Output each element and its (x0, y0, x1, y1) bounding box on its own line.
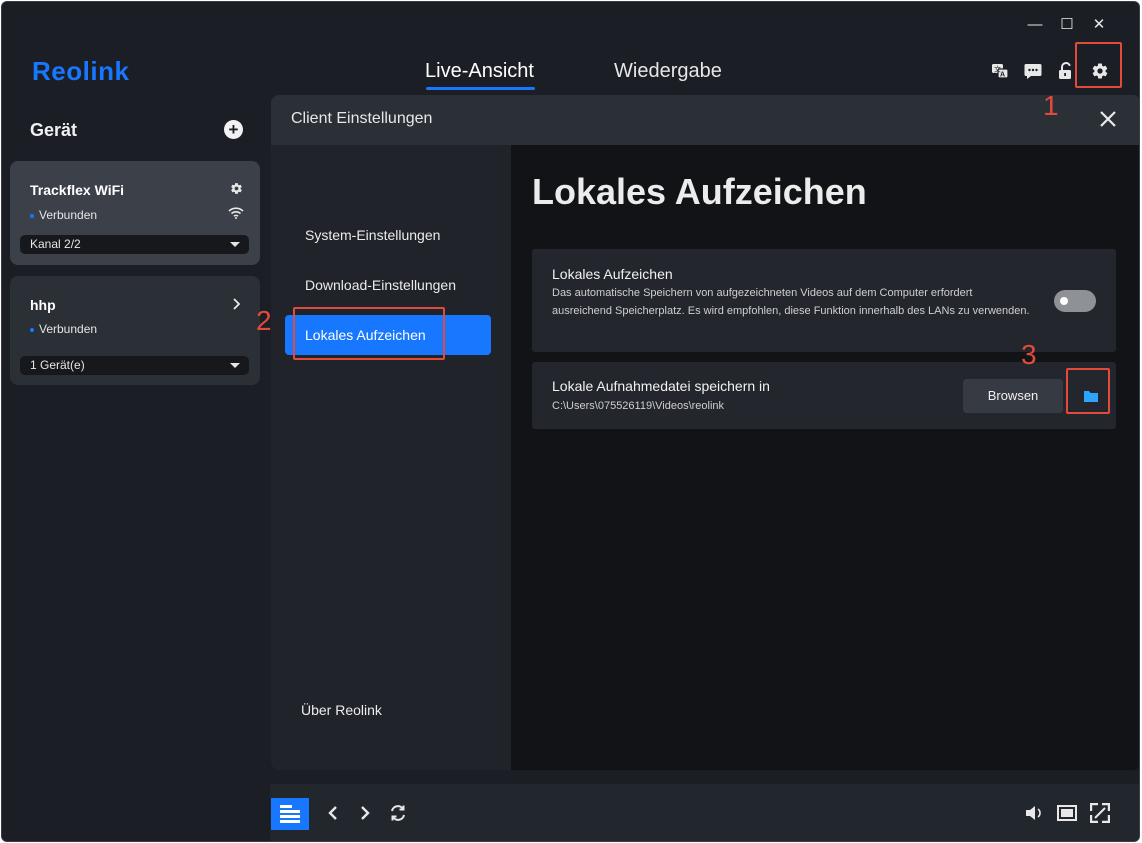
device-gear-icon[interactable] (230, 182, 243, 195)
browse-button[interactable]: Browsen (963, 379, 1063, 413)
close-icon: ✕ (1092, 16, 1106, 33)
speaker-icon (1026, 806, 1041, 820)
minimize-button[interactable]: — (1020, 12, 1050, 36)
close-window-button[interactable]: ✕ (1084, 12, 1114, 36)
nav-uber-reolink[interactable]: Über Reolink (301, 702, 382, 718)
active-tab-indicator (426, 87, 535, 90)
maximize-button[interactable]: ☐ (1052, 12, 1082, 36)
dialog-header: Client Einstellungen (271, 95, 1139, 145)
local-record-description: Das automatische Speichern von aufgezeic… (552, 287, 1030, 317)
device-sidebar: Gerät + Trackflex WiFi Verbunden Kanal 2… (2, 96, 270, 786)
tab-wiedergabe[interactable]: Wiedergabe (614, 60, 722, 83)
layout-icon (280, 805, 300, 823)
device-status-text: Verbunden (39, 208, 98, 222)
wifi-icon (228, 207, 244, 219)
client-settings-dialog: Client Einstellungen System-Einstellunge… (271, 95, 1139, 770)
app-window: — ☐ ✕ Reolink Live-Ansicht Wiedergabe 文A… (1, 1, 1140, 842)
tab-live-ansicht[interactable]: Live-Ansicht (425, 60, 534, 83)
chevron-right-icon (361, 806, 370, 820)
channel-select-value: Kanal 2/2 (30, 237, 81, 251)
minimize-icon: — (1027, 15, 1043, 33)
previous-button[interactable] (320, 800, 346, 826)
device-name: hhp (30, 297, 56, 313)
status-dot (30, 213, 34, 218)
nav-download-einstellungen[interactable]: Download-Einstellungen (285, 265, 491, 305)
device-status-text: Verbunden (39, 322, 98, 336)
device-count-value: 1 Gerät(e) (30, 358, 85, 372)
content-title: Lokales Aufzeichen (532, 171, 867, 212)
chevron-right-icon[interactable] (232, 298, 241, 310)
add-device-button[interactable]: + (224, 120, 243, 139)
bottom-left-strip (2, 784, 270, 841)
aspect-button[interactable] (1054, 800, 1080, 826)
device-status: Verbunden (30, 208, 97, 222)
dialog-close-button[interactable] (1097, 108, 1119, 130)
annotation-number-2: 2 (256, 305, 272, 336)
nav-system-einstellungen[interactable]: System-Einstellungen (285, 215, 491, 255)
save-path-value: C:\Users\075526119\Videos\reolink (552, 400, 725, 412)
fullscreen-button[interactable] (1087, 800, 1113, 826)
layout-button[interactable] (271, 798, 309, 830)
save-path-title: Lokale Aufnahmedatei speichern in (552, 378, 770, 394)
svg-text:A: A (1000, 72, 1005, 79)
status-dot (30, 327, 34, 332)
device-card-hhp[interactable]: hhp Verbunden 1 Gerät(e) (10, 276, 260, 385)
screen-ratio-icon (1057, 805, 1077, 821)
save-path-card: Lokale Aufnahmedatei speichern in C:\Use… (532, 362, 1116, 429)
refresh-button[interactable] (385, 800, 411, 826)
next-button[interactable] (352, 800, 378, 826)
device-status: Verbunden (30, 322, 97, 336)
annotation-number-3: 3 (1021, 339, 1037, 370)
sidebar-title: Gerät (30, 120, 78, 140)
top-bar: — ☐ ✕ Reolink Live-Ansicht Wiedergabe 文A (2, 2, 1139, 96)
dialog-title: Client Einstellungen (291, 110, 433, 127)
channel-select[interactable]: Kanal 2/2 (20, 235, 249, 254)
volume-button[interactable] (1021, 800, 1047, 826)
refresh-icon (391, 805, 405, 821)
plus-icon: + (228, 120, 239, 139)
local-record-title: Lokales Aufzeichen (552, 266, 673, 282)
local-record-toggle[interactable] (1054, 290, 1096, 312)
fullscreen-icon (1090, 803, 1110, 823)
reolink-logo: Reolink (32, 56, 130, 86)
device-card-trackflex[interactable]: Trackflex WiFi Verbunden Kanal 2/2 (10, 161, 260, 265)
annotation-box-2 (293, 307, 445, 360)
annotation-box-3 (1066, 368, 1110, 414)
local-record-card: Lokales Aufzeichen Das automatische Spei… (532, 249, 1116, 352)
unlock-icon[interactable] (1055, 60, 1077, 82)
close-icon (1100, 111, 1116, 127)
chevron-left-icon (328, 806, 337, 820)
toggle-knob (1060, 297, 1068, 305)
translate-icon[interactable]: 文A (989, 60, 1011, 82)
device-name: Trackflex WiFi (30, 182, 125, 198)
annotation-box-1 (1075, 42, 1122, 88)
bottom-toolbar (270, 784, 1139, 841)
device-count-select[interactable]: 1 Gerät(e) (20, 356, 249, 375)
chevron-down-icon (230, 363, 240, 368)
maximize-icon: ☐ (1060, 16, 1074, 33)
settings-nav: System-Einstellungen Download-Einstellun… (271, 145, 511, 770)
message-icon[interactable] (1022, 60, 1044, 82)
annotation-number-1: 1 (1043, 90, 1059, 121)
chevron-down-icon (230, 242, 240, 247)
